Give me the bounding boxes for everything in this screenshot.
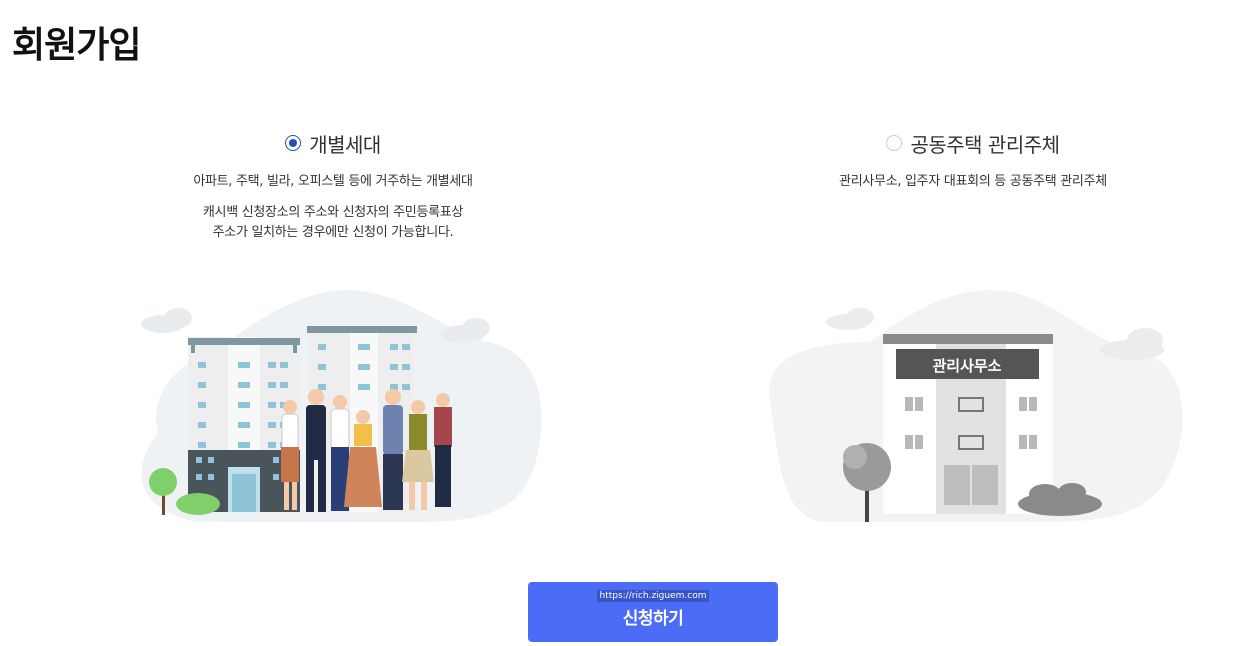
url-tag: https://rich.ziguem.com [597,589,709,602]
page-title: 회원가입 [12,25,141,66]
household-illustration[interactable] [118,282,548,527]
option-individual-note-line1: 캐시백 신청장소의 주소와 신청자의 주민등록표상 [202,205,464,220]
radio-unchecked-icon[interactable] [886,135,903,151]
apply-button[interactable]: https://rich.ziguem.com 신청하기 [528,582,778,642]
option-management-entity[interactable]: 공동주택 관리주체 관리사무소, 입주자 대표회의 등 공동주택 관리주체 [713,128,1233,190]
option-individual-label[interactable]: 개별세대 [309,129,381,158]
management-office-illustration[interactable]: 관리사무소 [760,282,1190,527]
option-management-label[interactable]: 공동주택 관리주체 [910,129,1060,158]
option-management-header[interactable]: 공동주택 관리주체 [713,128,1233,158]
option-individual-household[interactable]: 개별세대 아파트, 주택, 빌라, 오피스텔 등에 거주하는 개별세대 캐시백 … [73,128,593,243]
option-individual-note: 캐시백 신청장소의 주소와 신청자의 주민등록표상 주소가 일치하는 경우에만 … [73,203,593,243]
option-individual-note-line2: 주소가 일치하는 경우에만 신청이 가능합니다. [212,225,454,240]
option-individual-description: 아파트, 주택, 빌라, 오피스텔 등에 거주하는 개별세대 [193,174,473,189]
option-management-description: 관리사무소, 입주자 대표회의 등 공동주택 관리주체 [839,174,1107,189]
management-office-sign: 관리사무소 [932,357,1001,375]
radio-checked-icon[interactable] [285,135,302,151]
apply-button-label[interactable]: 신청하기 [623,604,684,629]
option-individual-header[interactable]: 개별세대 [73,128,593,158]
